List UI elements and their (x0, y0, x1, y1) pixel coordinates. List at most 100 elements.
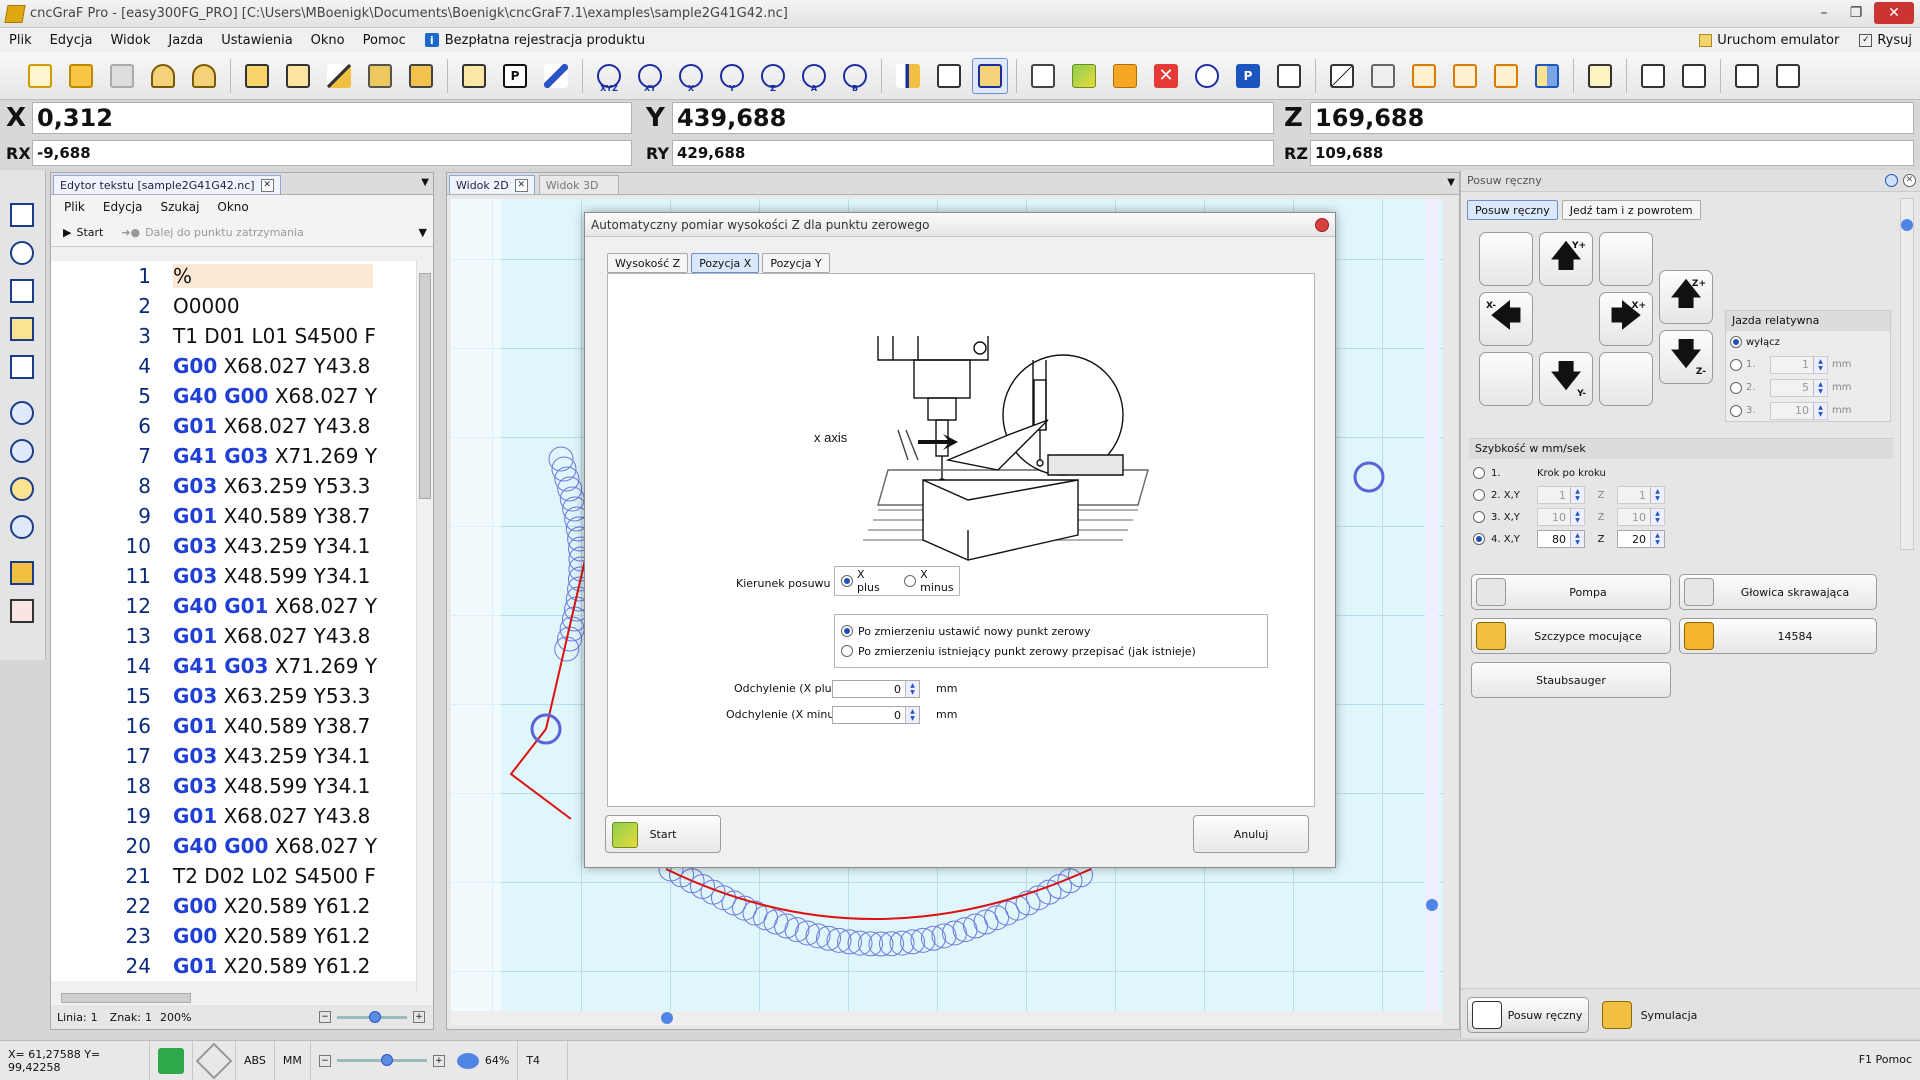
scroll-thumb[interactable] (1426, 899, 1438, 911)
continue-button[interactable]: ➜● Dalej do punktu zatrzymania (121, 226, 304, 239)
code-line[interactable]: 4 G00 X68.027 Y43.8 (51, 351, 417, 381)
goto-xyz-button[interactable]: XYZ (591, 58, 627, 94)
program-button[interactable] (456, 58, 492, 94)
z-measure-button[interactable] (972, 58, 1008, 94)
editor-tab[interactable]: Edytor tekstu [sample2G41G42.nc] ✕ (53, 175, 281, 194)
speed-row-1[interactable]: 1. Krok po kroku (1473, 463, 1606, 483)
overwrite-zero-radio[interactable]: Po zmierzeniu istniejący punkt zerowy pr… (841, 641, 1261, 661)
tab-there-and-back[interactable]: Jedź tam i z powrotem (1562, 200, 1701, 220)
scroll-thumb[interactable] (661, 1012, 673, 1024)
code-line[interactable]: 7 G41 G03 X71.269 Y (51, 441, 417, 471)
jog-xplus-button[interactable]: 🡆 X+ (1599, 292, 1653, 346)
jog-xminus-yminus-button[interactable]: 🢏 (1479, 352, 1533, 406)
close-tab-icon[interactable]: ✕ (261, 179, 274, 192)
code-line[interactable]: 23 G00 X20.589 Y61.2 (51, 921, 417, 951)
network-status[interactable] (193, 1041, 236, 1080)
tab-view-3d[interactable]: Widok 3D (539, 175, 619, 194)
code-line[interactable]: 21 T2 D02 L02 S4500 F (51, 861, 417, 891)
tile-button-2[interactable] (1447, 58, 1483, 94)
relative-row[interactable]: 1. 1 ▲ ▼ mm (1726, 353, 1890, 376)
editor-menu-search[interactable]: Szukaj (151, 200, 208, 214)
offset-minus-input[interactable]: 0 ▲ ▼ (832, 706, 920, 724)
unit-indicator[interactable]: MM (275, 1041, 311, 1080)
spin-arrows-icon[interactable]: ▲ ▼ (1570, 531, 1584, 547)
editor-menu-file[interactable]: Plik (55, 200, 94, 214)
zoom-fit-icon[interactable] (457, 1053, 479, 1069)
ruler-button[interactable] (1324, 58, 1360, 94)
code-line[interactable]: 1% (51, 261, 417, 291)
redo-button[interactable] (186, 58, 222, 94)
jog-xplus-yplus-button[interactable]: 🢍 (1599, 232, 1653, 286)
measure-button[interactable] (931, 58, 967, 94)
spin-arrows-icon[interactable]: ▲ ▼ (1570, 509, 1584, 525)
editor-zoom-slider[interactable]: − + (319, 1011, 425, 1023)
vacuum-button[interactable]: Staubsauger (1471, 662, 1671, 698)
undo-button[interactable] (145, 58, 181, 94)
code-line[interactable]: 5 G40 G00 X68.027 Y (51, 381, 417, 411)
code-line[interactable]: 9 G01 X40.589 Y38.7 (51, 501, 417, 531)
offset-plus-input[interactable]: 0 ▲ ▼ (832, 680, 920, 698)
menu-edit[interactable]: Edycja (41, 33, 102, 48)
scroll-thumb[interactable] (419, 273, 431, 499)
cutter-head-button[interactable]: Głowica skrawająca (1679, 574, 1877, 610)
tab-view-2d[interactable]: Widok 2D ✕ (449, 175, 535, 194)
editor-menu-window[interactable]: Okno (208, 200, 257, 214)
goto-a-button[interactable]: A (796, 58, 832, 94)
reference-button[interactable] (890, 58, 926, 94)
tab-manual-jog[interactable]: Posuw ręczny (1467, 200, 1558, 220)
editor-menu-edit[interactable]: Edycja (94, 200, 152, 214)
jog-xplus-yminus-button[interactable]: 🢎 (1599, 352, 1653, 406)
spin-arrows-icon[interactable]: ▲ ▼ (905, 707, 919, 723)
goto-b-button[interactable]: B (837, 58, 873, 94)
code-line[interactable]: 17 G03 X43.259 Y34.1 (51, 741, 417, 771)
layout-button[interactable] (1529, 58, 1565, 94)
zoom-window-button[interactable] (5, 434, 39, 468)
mode-manual-jog-button[interactable]: Posuw ręczny (1467, 997, 1589, 1033)
speed-row-3[interactable]: 3. X,Y 10 ▲ ▼ Z 10 ▲ ▼ (1473, 507, 1665, 527)
menu-file[interactable]: Plik (0, 33, 41, 48)
close-tab-icon[interactable]: ✕ (515, 179, 528, 192)
goto-xy-button[interactable]: XY (632, 58, 668, 94)
doc-button-4[interactable] (1770, 58, 1806, 94)
menu-view[interactable]: Widok (101, 33, 159, 48)
run-button[interactable] (1066, 58, 1102, 94)
usb-status[interactable] (150, 1041, 193, 1080)
emulator-button[interactable]: Uruchom emulator (1699, 33, 1839, 48)
move-button[interactable] (5, 556, 39, 590)
x-minus-radio[interactable]: X minus (904, 568, 959, 594)
doc-button-3[interactable] (1729, 58, 1765, 94)
grid-button[interactable] (1365, 58, 1401, 94)
spin-arrows-icon[interactable]: ▲ ▼ (1813, 380, 1827, 396)
code-line[interactable]: 8 G03 X63.259 Y53.3 (51, 471, 417, 501)
code-line[interactable]: 13 G01 X68.027 Y43.8 (51, 621, 417, 651)
zoom-in-button[interactable] (5, 472, 39, 506)
panel-menu-icon[interactable]: ▼ (1447, 177, 1455, 188)
list-view-button[interactable] (5, 594, 39, 628)
relative-row[interactable]: 2. 5 ▲ ▼ mm (1726, 376, 1890, 399)
spin-arrows-icon[interactable]: ▲ ▼ (1650, 531, 1664, 547)
select-tool-button[interactable] (239, 58, 275, 94)
code-line[interactable]: 15 G03 X63.259 Y53.3 (51, 681, 417, 711)
scroll-thumb[interactable] (1901, 219, 1913, 231)
editor-horizontal-scrollbar[interactable] (51, 991, 417, 1005)
new-file-button[interactable] (22, 58, 58, 94)
code-line[interactable]: 16 G01 X40.589 Y38.7 (51, 711, 417, 741)
clamps-button[interactable]: Szczypce mocujące (1471, 618, 1671, 654)
scroll-thumb[interactable] (61, 993, 191, 1003)
code-line[interactable]: 14 G41 G03 X71.269 Y (51, 651, 417, 681)
zoom-slider[interactable] (337, 1059, 427, 1062)
jog-xminus-button[interactable]: 🡄 X- (1479, 292, 1533, 346)
code-line[interactable]: 6 G01 X68.027 Y43.8 (51, 411, 417, 441)
code-line[interactable]: 22 G00 X20.589 Y61.2 (51, 891, 417, 921)
code-line[interactable]: 24 G01 X20.589 Y61.2 (51, 951, 417, 981)
tab-y-position[interactable]: Pozycja Y (762, 253, 829, 273)
open-file-button[interactable] (63, 58, 99, 94)
doc-button-2[interactable] (1676, 58, 1712, 94)
tile-button-1[interactable] (1406, 58, 1442, 94)
spin-arrows-icon[interactable]: ▲ ▼ (1813, 357, 1827, 373)
dialog-close-button[interactable] (1315, 218, 1329, 232)
node-edit-button[interactable] (5, 350, 39, 384)
parameters-button[interactable]: P (497, 58, 533, 94)
mode-simulation-button[interactable]: Symulacja (1597, 997, 1707, 1033)
machine-button[interactable] (362, 58, 398, 94)
